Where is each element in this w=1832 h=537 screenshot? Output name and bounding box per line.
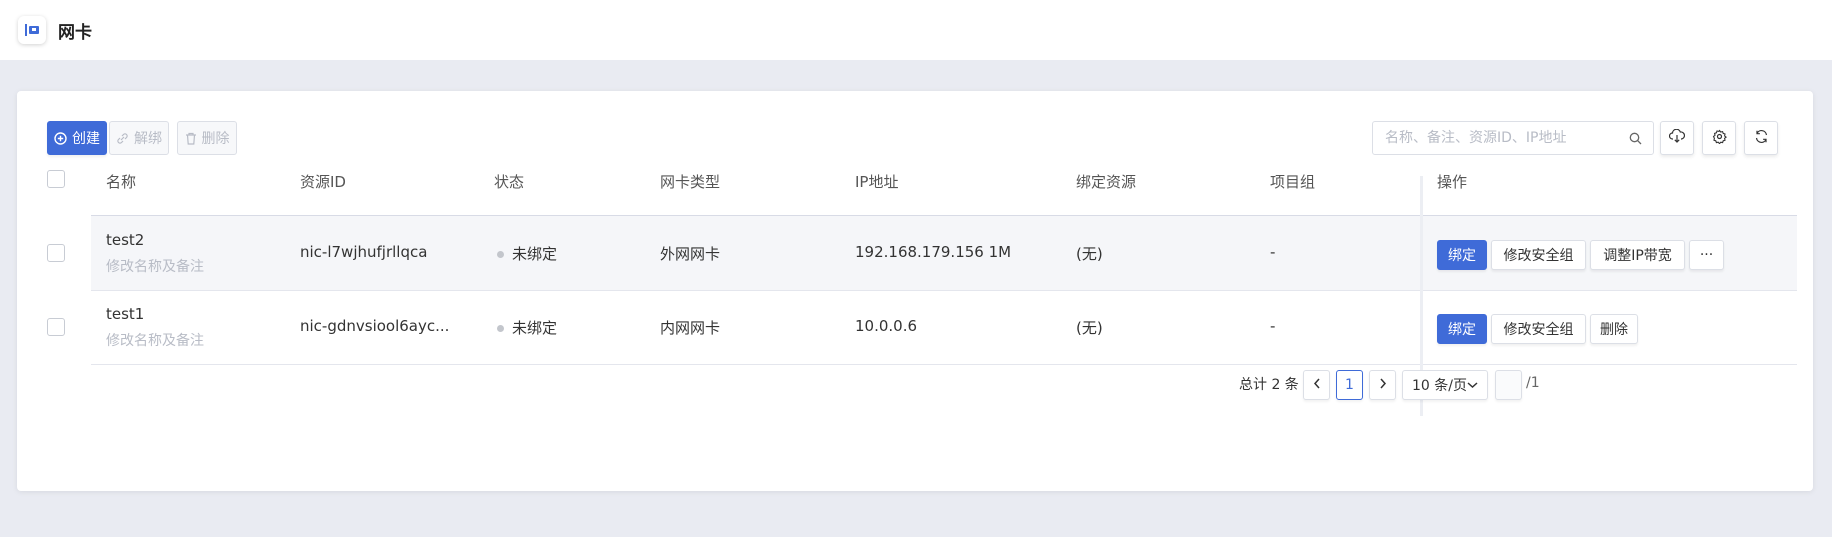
- row-checkbox[interactable]: [47, 244, 65, 262]
- status-dot: [497, 325, 504, 332]
- status-dot: [497, 251, 504, 258]
- gear-icon: [1712, 129, 1727, 148]
- row-divider: [91, 290, 1797, 291]
- bind-button[interactable]: 绑定: [1437, 240, 1487, 270]
- row-resource-id[interactable]: nic-gdnvsiool6ayc...: [300, 317, 449, 335]
- chevron-down-icon: [1467, 377, 1478, 393]
- row-remark[interactable]: 修改名称及备注: [106, 256, 204, 276]
- pagination-total: 总计 2 条: [1239, 377, 1299, 393]
- col-bound-resource: 绑定资源: [1076, 173, 1137, 191]
- row-checkbox[interactable]: [47, 318, 65, 336]
- row-ip: 192.168.179.156 1M: [855, 243, 1012, 261]
- page-number-button[interactable]: 1: [1336, 370, 1363, 400]
- search-input[interactable]: [1372, 121, 1654, 155]
- col-status: 状态: [494, 173, 525, 191]
- create-button[interactable]: 创建: [47, 121, 107, 155]
- row-nic-type: 外网网卡: [660, 245, 721, 263]
- col-ip: IP地址: [855, 173, 899, 191]
- col-resource-id: 资源ID: [300, 173, 346, 191]
- prev-page-button[interactable]: [1303, 370, 1330, 400]
- delete-row-button[interactable]: 删除: [1590, 314, 1638, 344]
- next-page-button[interactable]: [1369, 370, 1396, 400]
- page-size-value: 10 条/页: [1412, 378, 1467, 394]
- settings-button[interactable]: [1702, 121, 1736, 155]
- row-project: -: [1270, 317, 1276, 335]
- modify-security-group-button[interactable]: 修改安全组: [1491, 314, 1586, 344]
- row-project: -: [1270, 243, 1276, 261]
- top-bar: 网卡: [0, 0, 1832, 60]
- status-text: 未绑定: [512, 245, 558, 263]
- row-name[interactable]: test2: [106, 231, 144, 249]
- page-size-select[interactable]: 10 条/页: [1402, 370, 1488, 400]
- plus-circle-icon: [54, 131, 67, 145]
- row-bound-resource: (无): [1076, 245, 1103, 263]
- unbind-label: 解绑: [134, 131, 162, 147]
- row-status: 未绑定: [497, 243, 557, 264]
- chevron-left-icon: [1313, 377, 1321, 393]
- unbind-button[interactable]: 解绑: [109, 121, 169, 155]
- row-remark[interactable]: 修改名称及备注: [106, 330, 204, 350]
- modify-security-group-button[interactable]: 修改安全组: [1491, 240, 1586, 270]
- total-pages: /1: [1526, 375, 1540, 391]
- search-icon[interactable]: [1629, 131, 1642, 149]
- cloud-download-icon: [1668, 128, 1685, 147]
- trash-icon: [185, 132, 197, 145]
- bind-button[interactable]: 绑定: [1437, 314, 1487, 344]
- select-all-checkbox[interactable]: [47, 170, 65, 188]
- col-actions: 操作: [1437, 173, 1468, 191]
- row-nic-type: 内网网卡: [660, 319, 721, 337]
- row-ip: 10.0.0.6: [855, 317, 918, 335]
- unlink-icon: [116, 132, 129, 145]
- status-text: 未绑定: [512, 319, 558, 337]
- create-label: 创建: [72, 131, 100, 147]
- col-nic-type: 网卡类型: [660, 173, 721, 191]
- row-divider: [91, 364, 1797, 365]
- row-resource-id[interactable]: nic-l7wjhufjrllqca: [300, 243, 427, 261]
- col-project: 项目组: [1270, 173, 1316, 191]
- download-button[interactable]: [1660, 121, 1694, 155]
- more-actions-button[interactable]: ···: [1689, 240, 1724, 270]
- row-status: 未绑定: [497, 317, 557, 338]
- row-name[interactable]: test1: [106, 305, 144, 323]
- refresh-icon: [1754, 129, 1769, 148]
- page-jump-input[interactable]: [1495, 370, 1522, 400]
- main-card: 创建 解绑 删除 名称 资源ID 状态 网卡类型 IP地址 绑定资源 项目: [17, 91, 1813, 491]
- delete-button[interactable]: 删除: [177, 121, 237, 155]
- nic-icon: [18, 16, 46, 44]
- page-title: 网卡: [58, 22, 92, 43]
- row-bound-resource: (无): [1076, 319, 1103, 337]
- delete-label: 删除: [201, 131, 230, 147]
- refresh-button[interactable]: [1744, 121, 1778, 155]
- adjust-ip-bandwidth-button[interactable]: 调整IP带宽: [1590, 240, 1685, 270]
- chevron-right-icon: [1379, 377, 1387, 393]
- col-name: 名称: [106, 173, 137, 191]
